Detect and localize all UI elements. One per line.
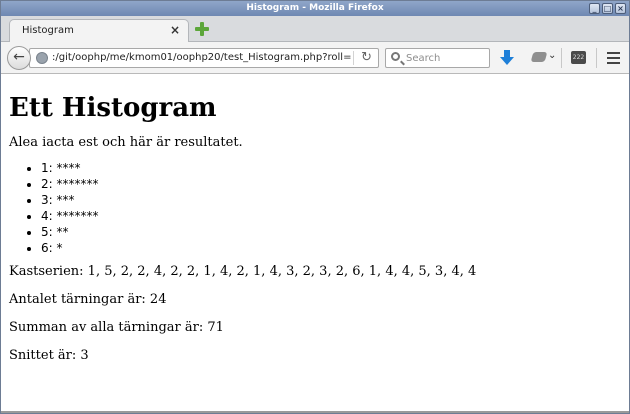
- window-title: Histogram - Mozilla Firefox: [246, 3, 384, 13]
- browser-window: Histogram - Mozilla Firefox _ □ × Histog…: [0, 0, 630, 414]
- addon-icon[interactable]: [530, 52, 548, 62]
- hamburger-menu-icon[interactable]: [607, 52, 620, 64]
- tab-close-icon[interactable]: ×: [170, 23, 180, 37]
- dice-count-text: Antalet tärningar är: 24: [9, 292, 167, 307]
- window-controls: _ □ ×: [589, 3, 626, 14]
- arrow-head: [500, 57, 514, 65]
- histogram-item: 2: *******: [41, 176, 621, 192]
- toolbar-divider-2: [596, 48, 597, 68]
- url-bar[interactable]: :/git/oophp/me/kmom01/oophp20/test_Histo…: [29, 48, 379, 68]
- histogram-item: 1: ****: [41, 160, 621, 176]
- search-bar[interactable]: [385, 48, 490, 68]
- histogram-item: 5: **: [41, 224, 621, 240]
- minimize-button[interactable]: _: [589, 3, 600, 14]
- url-text[interactable]: :/git/oophp/me/kmom01/oophp20/test_Histo…: [52, 52, 352, 63]
- menu-line: [607, 57, 620, 59]
- roll-series-text: Kastserien: 1, 5, 2, 2, 4, 2, 2, 1, 4, 2…: [9, 264, 477, 279]
- histogram-list: 1: **** 2: ******* 3: *** 4: ******* 5: …: [9, 160, 621, 256]
- globe-icon[interactable]: [36, 52, 48, 64]
- histogram-item: 3: ***: [41, 192, 621, 208]
- extension-badge-icon[interactable]: 222: [571, 51, 586, 64]
- plus-vertical-bar: [200, 22, 204, 36]
- new-tab-plus-icon[interactable]: [195, 22, 209, 36]
- menu-line: [607, 52, 620, 54]
- tab-strip: Histogram ×: [1, 16, 629, 42]
- maximize-button[interactable]: □: [602, 3, 613, 14]
- dice-sum-text: Summan av alla tärningar är: 71: [9, 320, 224, 335]
- download-arrow-icon[interactable]: [500, 50, 514, 66]
- page-content: Ett Histogram Alea iacta est och här är …: [1, 75, 629, 413]
- menu-line: [607, 62, 620, 64]
- reload-icon[interactable]: ↻: [361, 50, 372, 65]
- title-bar: Histogram - Mozilla Firefox _ □ ×: [1, 1, 629, 16]
- back-button[interactable]: ←: [7, 46, 31, 70]
- close-window-button[interactable]: ×: [615, 3, 626, 14]
- search-icon: [391, 52, 400, 61]
- url-divider: [353, 51, 354, 65]
- toolbar-divider: [561, 48, 562, 68]
- chevron-down-icon[interactable]: ⌄: [548, 50, 556, 61]
- navigation-toolbar: :/git/oophp/me/kmom01/oophp20/test_Histo…: [1, 42, 629, 74]
- histogram-item: 4: *******: [41, 208, 621, 224]
- page-heading: Ett Histogram: [9, 93, 217, 123]
- dice-average-text: Snittet är: 3: [9, 348, 89, 363]
- search-input[interactable]: [406, 51, 486, 65]
- histogram-item: 6: *: [41, 240, 621, 256]
- tab-histogram[interactable]: Histogram ×: [9, 19, 189, 42]
- intro-text: Alea iacta est och här är resultatet.: [9, 135, 243, 150]
- tab-label: Histogram: [22, 25, 74, 36]
